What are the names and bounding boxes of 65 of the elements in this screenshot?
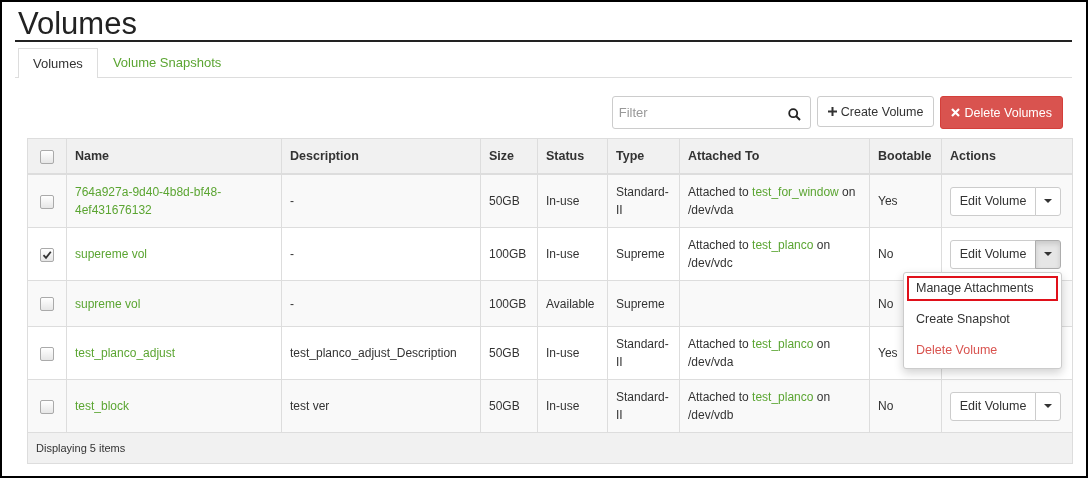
close-icon	[951, 108, 961, 117]
table-cell: -	[281, 174, 481, 228]
table-cell: -	[281, 227, 481, 281]
table-cell: Standard-II	[607, 174, 680, 228]
column-header: Name	[66, 138, 282, 174]
instance-link[interactable]: test_for_window	[752, 185, 839, 199]
filter-input[interactable]: Filter	[611, 96, 811, 129]
table-cell: 50GB	[480, 174, 538, 228]
attachment-text: Attached to test_planco on /dev/vdc	[688, 238, 831, 270]
table-cell: In-use	[537, 326, 608, 380]
caret-icon	[1044, 404, 1052, 408]
table-cell: test ver	[281, 379, 481, 433]
dropdown-toggle[interactable]	[1035, 186, 1061, 216]
column-header: Bootable	[869, 138, 942, 174]
attachment-text: Attached to test_for_window on /dev/vda	[688, 185, 856, 217]
attachment-text: Attached to test_planco on /dev/vda	[688, 337, 831, 369]
table-cell: In-use	[537, 227, 608, 281]
table-footer: Displaying 5 items	[27, 432, 1073, 464]
table-cell: 50GB	[480, 379, 538, 433]
tab[interactable]: Volumes	[18, 48, 98, 78]
checkbox[interactable]	[40, 149, 54, 164]
instance-link[interactable]: test_planco	[752, 390, 814, 404]
table-cell: 100GB	[480, 280, 538, 327]
column-header: Attached To	[679, 138, 870, 174]
create-volume-button[interactable]: Create Volume	[816, 96, 935, 127]
table-cell: In-use	[537, 379, 608, 433]
table-cell: In-use	[537, 174, 608, 228]
column-header: Description	[281, 138, 481, 174]
table-cell: Standard-II	[607, 326, 680, 380]
table-cell: 50GB	[480, 326, 538, 380]
page-title: Volumes	[15, 2, 1072, 42]
instance-link[interactable]: test_planco	[752, 238, 814, 252]
table-cell: Supreme	[607, 227, 680, 281]
table-cell: 100GB	[480, 227, 538, 281]
edit-volume-button[interactable]: Edit Volume	[950, 239, 1036, 269]
dropdown-toggle[interactable]	[1035, 239, 1061, 269]
table-cell: Supreme	[607, 280, 680, 327]
table-cell: Standard-II	[607, 379, 680, 433]
table-cell: -	[281, 280, 481, 327]
tab[interactable]: Volume Snapshots	[97, 48, 237, 77]
instance-link[interactable]: test_planco	[752, 337, 814, 351]
dropdown-toggle[interactable]	[1035, 391, 1061, 421]
edit-volume-button[interactable]: Edit Volume	[950, 186, 1036, 216]
menu-item[interactable]: Manage Attachments	[907, 276, 1058, 301]
delete-volumes-button[interactable]: Delete Volumes	[940, 96, 1063, 129]
checkbox[interactable]	[40, 247, 54, 262]
table-cell: test_planco_adjust_Description	[281, 326, 481, 380]
caret-icon	[1044, 199, 1052, 203]
checkbox[interactable]	[40, 399, 54, 414]
column-header: Size	[480, 138, 538, 174]
checkbox[interactable]	[40, 194, 54, 209]
plus-icon	[827, 107, 837, 116]
attachment-text: Attached to test_planco on /dev/vdb	[688, 390, 831, 422]
checkbox[interactable]	[40, 297, 54, 312]
column-header: Type	[607, 138, 680, 174]
table-cell: No	[869, 379, 942, 433]
table-cell: Yes	[869, 174, 942, 228]
menu-item[interactable]: Delete Volume	[907, 338, 1058, 363]
caret-icon	[1044, 252, 1052, 256]
search-icon	[787, 108, 801, 121]
column-header: Status	[537, 138, 608, 174]
column-header: Actions	[941, 138, 1073, 174]
edit-volume-button[interactable]: Edit Volume	[950, 391, 1036, 421]
checkbox[interactable]	[40, 346, 54, 361]
table-cell: Available	[537, 280, 608, 327]
